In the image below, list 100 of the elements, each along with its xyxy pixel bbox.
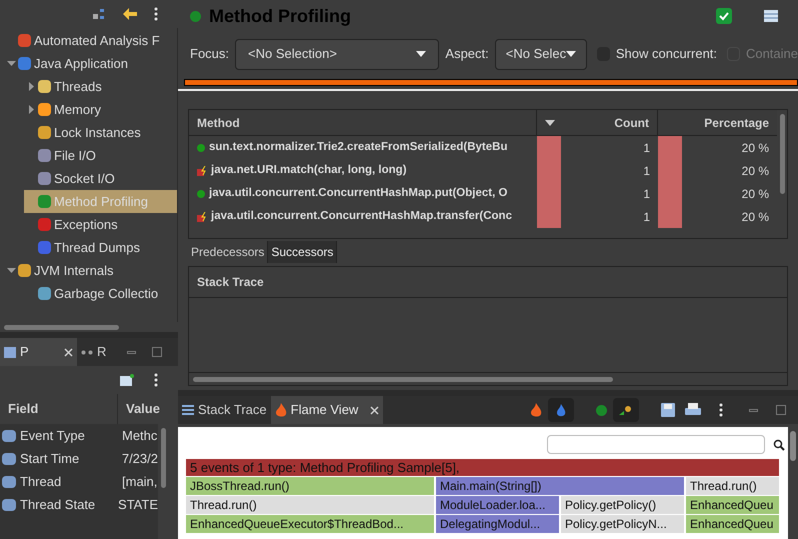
check-icon[interactable]	[716, 8, 732, 24]
dots-icon	[81, 350, 93, 354]
tree-item[interactable]: JVM Internals	[4, 259, 177, 282]
field-icon	[2, 452, 16, 464]
print-icon[interactable]	[685, 403, 701, 417]
checkbox-label: Show concurrent:	[616, 45, 718, 64]
node-icon	[18, 264, 31, 277]
focus-dropdown[interactable]: <No Selection>	[235, 38, 440, 70]
flame-frame[interactable]: JBossThread.run()	[186, 477, 434, 495]
tab[interactable]: Successors	[268, 241, 338, 263]
tree-layout-icon[interactable]	[92, 7, 106, 21]
thread-button[interactable]	[613, 398, 639, 422]
tree-label: Thread Dumps	[54, 238, 140, 257]
view-tab[interactable]: P	[0, 338, 77, 366]
collapse-icon[interactable]	[6, 59, 16, 68]
flame-frame[interactable]: Main.main(String[])	[436, 477, 684, 495]
aspect-dropdown[interactable]: <No Selec	[494, 38, 588, 70]
lightning-icon	[197, 166, 207, 176]
flame-icon[interactable]	[530, 403, 542, 417]
node-icon	[38, 218, 51, 231]
flame-frame[interactable]: EnhancedQueu	[686, 496, 779, 514]
node-icon	[38, 149, 51, 162]
table-cell-text: 1	[643, 162, 650, 180]
expand-icon[interactable]	[26, 82, 36, 91]
tree-item[interactable]: Automated Analysis F	[4, 29, 177, 52]
flame-icon	[274, 403, 287, 417]
more-icon[interactable]	[719, 403, 723, 417]
flame-frame[interactable]: Thread.run()	[186, 496, 434, 514]
tree-item[interactable]: Exceptions	[24, 213, 177, 236]
field-value: [main,	[121, 472, 158, 491]
column-header[interactable]: Value	[118, 399, 160, 419]
field-name: Event Type	[20, 426, 85, 445]
scrollbar[interactable]	[790, 431, 796, 461]
scrollbar[interactable]	[193, 376, 613, 382]
more-icon[interactable]	[154, 373, 158, 387]
tree-label: Threads	[54, 78, 102, 96]
collapse-icon[interactable]	[6, 266, 16, 275]
search-icon[interactable]	[773, 438, 785, 450]
flame-toggle-button[interactable]	[548, 398, 574, 422]
table-cell-text: 20 %	[742, 186, 769, 202]
node-icon	[38, 287, 51, 300]
flame-frame[interactable]: EnhancedQueueExecutor$ThreadBod...	[186, 515, 434, 533]
dropdown-arrow-icon[interactable]	[416, 51, 426, 57]
expand-icon[interactable]	[26, 105, 36, 114]
tree-label: Exceptions	[54, 216, 118, 234]
table-cell-text: 1	[643, 186, 650, 202]
table-icon	[4, 346, 16, 358]
column-header[interactable]: Percentage	[658, 110, 777, 135]
flame-frame[interactable]: Policy.getPolicyN...	[561, 515, 684, 533]
node-icon	[38, 195, 51, 208]
field-icon	[2, 498, 16, 510]
node-icon	[38, 80, 51, 93]
scrollbar[interactable]	[160, 428, 166, 488]
table-cell-text: sun.text.normalizer.Trie2.createFromSerialized(ByteBu	[209, 140, 508, 155]
tree-item[interactable]: Thread Dumps	[24, 236, 177, 259]
field-icon	[2, 476, 16, 488]
more-icon[interactable]	[154, 7, 158, 21]
scrollbar[interactable]	[780, 114, 784, 194]
node-icon	[18, 34, 31, 47]
view-tab[interactable]: Flame View	[270, 396, 384, 424]
back-arrow-icon[interactable]	[122, 7, 138, 21]
tree-item[interactable]: File I/O	[24, 144, 177, 167]
method-icon	[197, 190, 205, 198]
tree-item[interactable]: Garbage Collectio	[24, 282, 177, 305]
tree-item[interactable]: Java Application	[4, 52, 177, 75]
method-icon	[190, 10, 201, 22]
close-icon[interactable]	[370, 406, 380, 414]
tree-label: Socket I/O	[54, 170, 115, 188]
flame-frame[interactable]: EnhancedQueu	[686, 515, 779, 533]
maximize-icon[interactable]	[152, 347, 162, 357]
aspect-label: Aspect:	[445, 45, 489, 64]
column-header[interactable]: Method	[189, 110, 537, 135]
minimize-icon[interactable]	[127, 350, 136, 354]
method-icon[interactable]	[596, 404, 607, 416]
tree-label: Method Profiling	[54, 192, 148, 211]
tree-label: Java Application	[34, 54, 128, 73]
table-cell-text: java.net.URI.match(char, long, long)	[211, 162, 407, 178]
search-field[interactable]	[547, 435, 765, 454]
flame-frame[interactable]: DelegatingModul...	[436, 515, 559, 533]
table-icon[interactable]	[764, 10, 778, 22]
minimize-icon[interactable]	[749, 408, 758, 412]
tree-item[interactable]: Memory	[24, 98, 177, 121]
flame-frame[interactable]: Thread.run()	[686, 477, 779, 495]
sort-icon[interactable]	[545, 120, 555, 126]
column-header[interactable]: Count	[537, 110, 658, 135]
focus-label: Focus:	[190, 45, 230, 64]
maximize-icon[interactable]	[776, 405, 786, 415]
percentage-bar	[658, 136, 682, 159]
field-name: Thread	[20, 472, 62, 491]
tree-item[interactable]: Lock Instances	[24, 121, 177, 144]
flame-frame[interactable]: ModuleLoader.loa...	[436, 496, 559, 514]
tree-item[interactable]: Threads	[24, 75, 177, 98]
close-icon[interactable]	[64, 348, 73, 356]
node-icon	[38, 241, 51, 254]
flame-frame[interactable]: Policy.getPolicy()	[561, 496, 684, 514]
scrollbar[interactable]	[4, 324, 119, 330]
tree-item[interactable]: Socket I/O	[24, 167, 177, 190]
percentage-bar	[658, 205, 682, 228]
table-cell-text: 1	[643, 140, 650, 156]
dropdown-arrow-icon[interactable]	[566, 51, 576, 57]
